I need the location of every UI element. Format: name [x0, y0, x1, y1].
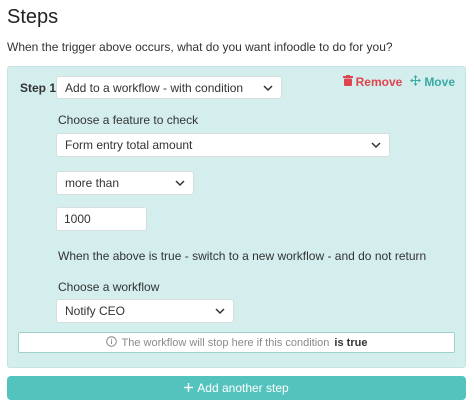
workflow-select[interactable]: Notify CEO	[56, 299, 234, 323]
action-select-value: Add to a workflow - with condition	[65, 80, 244, 95]
add-step-label: Add another step	[197, 381, 289, 395]
chevron-down-icon	[371, 140, 381, 150]
stop-condition-note: The workflow will stop here if this cond…	[18, 332, 455, 353]
info-circle-icon	[105, 335, 117, 350]
plus-icon	[184, 381, 194, 395]
chevron-down-icon	[175, 178, 185, 188]
condition-true-label: When the above is true - switch to a new…	[58, 249, 427, 263]
step-card: Step 1. Add to a workflow - with conditi…	[7, 66, 466, 368]
stop-note-text: The workflow will stop here if this cond…	[121, 336, 330, 349]
remove-label: Remove	[355, 75, 403, 89]
action-select[interactable]: Add to a workflow - with condition	[56, 76, 282, 99]
feature-select[interactable]: Form entry total amount	[56, 133, 390, 157]
stop-note-emphasis: is true	[334, 336, 368, 349]
amount-input[interactable]: 1000	[56, 207, 147, 231]
workflow-select-value: Notify CEO	[65, 304, 126, 318]
move-label: Move	[424, 75, 455, 89]
remove-step-button[interactable]: Remove	[342, 75, 403, 89]
chevron-down-icon	[215, 306, 225, 316]
add-step-button[interactable]: Add another step	[7, 376, 466, 400]
page-title: Steps	[7, 6, 59, 28]
move-arrows-icon	[410, 75, 422, 89]
comparison-select-value: more than	[65, 176, 120, 190]
comparison-select[interactable]: more than	[56, 171, 194, 195]
feature-label: Choose a feature to check	[58, 113, 199, 127]
feature-select-value: Form entry total amount	[65, 138, 193, 152]
workflow-label: Choose a workflow	[58, 280, 160, 294]
trash-icon	[342, 75, 353, 89]
step-number-label: Step 1.	[20, 81, 60, 95]
chevron-down-icon	[263, 83, 273, 93]
move-step-button[interactable]: Move	[410, 75, 455, 89]
step-actions: Remove Move	[342, 75, 455, 89]
page-subtitle: When the trigger above occurs, what do y…	[7, 40, 393, 54]
